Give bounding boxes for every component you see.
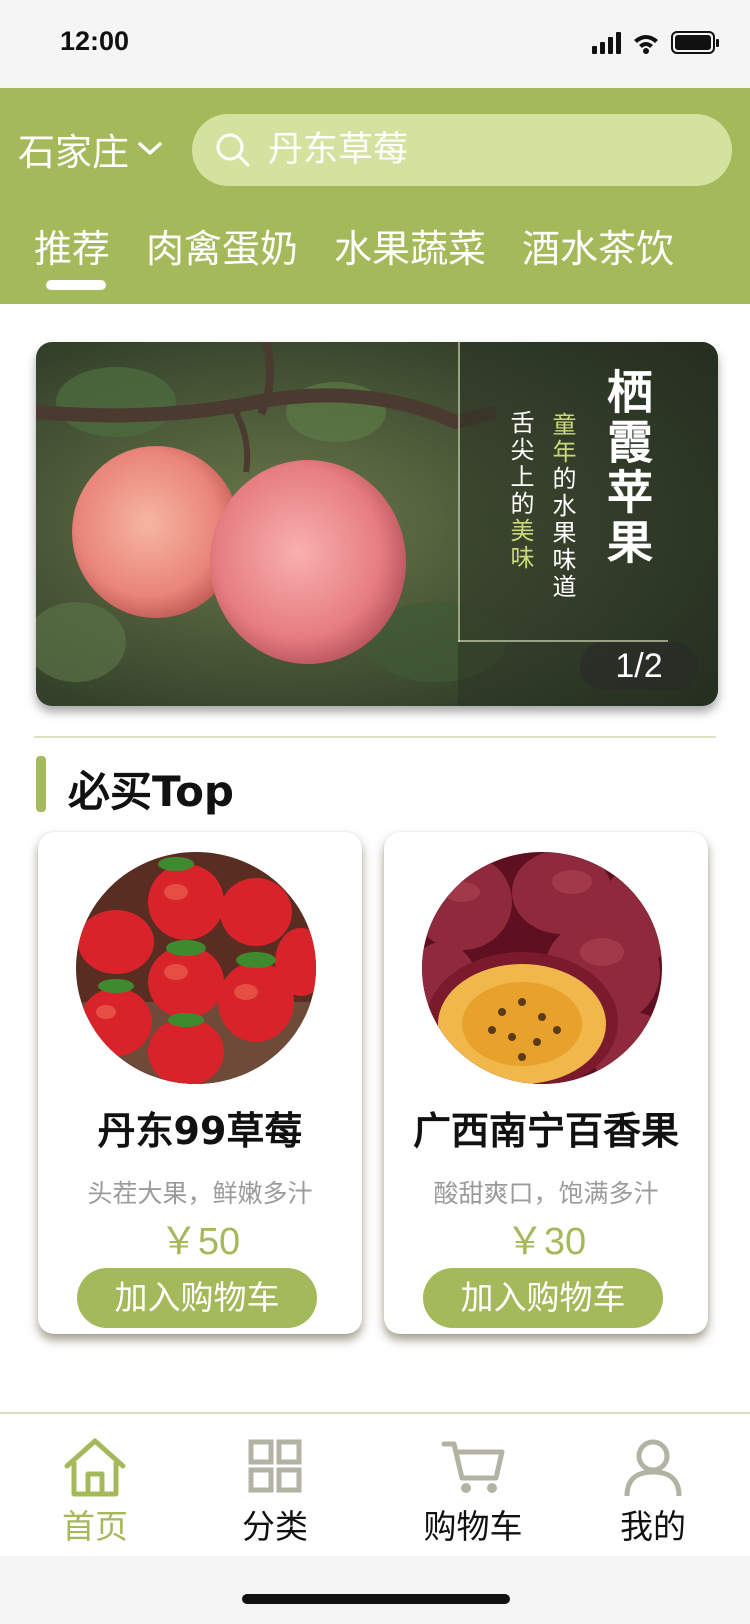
nav-item-profile[interactable]: 我的	[578, 1436, 728, 1548]
tab-meat-eggs-dairy[interactable]: 肉禽蛋奶	[146, 218, 298, 273]
main-content: 栖霞苹果 童年的水果味道 舌尖上的美味 1/2 必买Top 丹东99草莓 头茬大…	[0, 304, 750, 1412]
product-price: ￥50	[159, 1221, 241, 1263]
product-card[interactable]: 丹东99草莓 头茬大果，鲜嫩多汁 ￥50 加入购物车	[38, 832, 362, 1334]
banner-title: 栖霞苹果	[600, 368, 654, 568]
signal-wifi-battery-icon	[592, 31, 719, 54]
status-icons	[592, 30, 722, 54]
banner-subtitle-1-text: 的水果味道	[548, 466, 576, 601]
nav-label-cart: 购物车	[423, 1507, 523, 1546]
tab-active-indicator	[46, 280, 106, 290]
status-bar: 12:00	[0, 0, 750, 88]
product-description: 酸甜爽口，饱满多汁	[433, 1179, 659, 1208]
nav-label-category: 分类	[242, 1507, 308, 1546]
product-description: 头茬大果，鲜嫩多汁	[87, 1179, 313, 1208]
banner-subtitle-1-highlight: 童年	[548, 412, 576, 466]
nav-label-profile: 我的	[620, 1507, 686, 1546]
city-selector[interactable]: 石家庄	[18, 122, 163, 176]
tab-fruits-vegetables[interactable]: 水果蔬菜	[334, 218, 486, 273]
status-time: 12:00	[60, 26, 130, 56]
banner-subtitle-2-highlight: 美味	[506, 518, 534, 572]
add-to-cart-button[interactable]: 加入购物车	[423, 1268, 663, 1328]
nav-item-category[interactable]: 分类	[200, 1436, 350, 1548]
nav-label-home: 首页	[62, 1507, 128, 1546]
cart-icon	[441, 1441, 505, 1493]
search-icon	[216, 133, 250, 167]
home-indicator	[242, 1594, 510, 1604]
product-name: 丹东99草莓	[97, 1109, 303, 1153]
product-card[interactable]: 广西南宁百香果 酸甜爽口，饱满多汁 ￥30 加入购物车	[384, 832, 708, 1334]
bottom-nav: 首页 分类 购物车 我的	[0, 1412, 750, 1556]
section-divider	[34, 736, 716, 738]
add-to-cart-button[interactable]: 加入购物车	[77, 1268, 317, 1328]
banner-carousel[interactable]: 栖霞苹果 童年的水果味道 舌尖上的美味 1/2	[36, 342, 718, 706]
grid-icon	[248, 1439, 302, 1493]
banner-subtitle-2-text: 舌尖上的	[506, 410, 534, 518]
user-icon	[624, 1439, 682, 1497]
product-image-passion-fruit	[422, 852, 662, 1084]
section-accent-bar	[36, 756, 46, 812]
tab-drinks-tea[interactable]: 酒水茶饮	[522, 218, 674, 273]
banner-pager: 1/2	[580, 642, 698, 690]
banner-subtitle-2: 舌尖上的美味	[503, 410, 538, 572]
city-label: 石家庄	[18, 131, 129, 174]
section-title: 必买Top	[68, 767, 234, 816]
product-price: ￥30	[505, 1221, 587, 1263]
chevron-down-icon	[138, 142, 162, 155]
header: 石家庄 推荐 肉禽蛋奶 水果蔬菜 酒水茶饮	[0, 88, 750, 304]
search-input[interactable]	[268, 130, 688, 170]
nav-item-home[interactable]: 首页	[20, 1436, 170, 1548]
product-image-strawberry	[76, 852, 316, 1084]
nav-item-cart[interactable]: 购物车	[398, 1436, 548, 1548]
product-name: 广西南宁百香果	[412, 1109, 679, 1153]
search-box[interactable]	[192, 114, 732, 186]
category-tabs: 推荐 肉禽蛋奶 水果蔬菜 酒水茶饮	[0, 218, 750, 290]
banner-subtitle-1: 童年的水果味道	[545, 412, 580, 601]
home-icon	[64, 1438, 126, 1497]
tab-recommend[interactable]: 推荐	[34, 218, 110, 273]
